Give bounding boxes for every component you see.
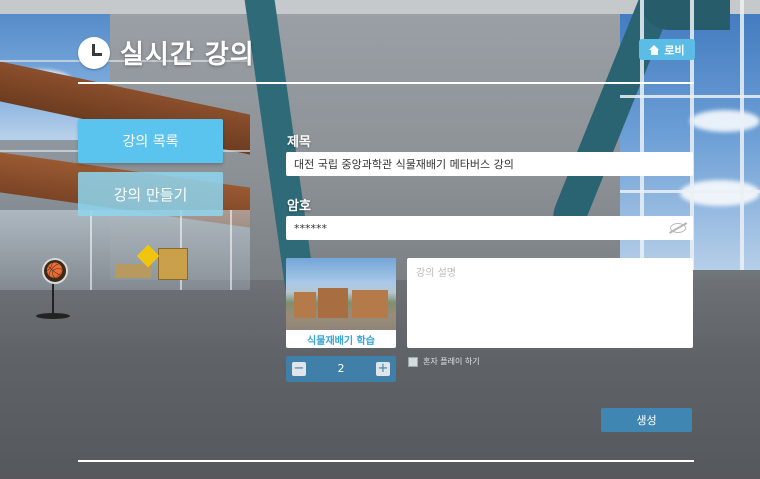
solo-play-label: 혼자 플레이 하기: [423, 357, 480, 366]
description-placeholder: 강의 설명: [416, 268, 456, 279]
solo-play-checkbox[interactable]: [408, 356, 418, 367]
decrement-button[interactable]: −: [292, 362, 306, 376]
glass-wall: [0, 210, 250, 290]
thumbnail-image: [286, 258, 396, 330]
basketball-icon[interactable]: 🏀: [42, 258, 68, 284]
clock-icon: [78, 36, 110, 69]
create-button-label: 생성: [636, 414, 657, 427]
footer-divider: [78, 460, 694, 462]
password-field[interactable]: ******: [286, 216, 693, 240]
password-label: 암호: [287, 199, 311, 214]
title-field-value: 대전 국립 중앙과학관 식물재배기 메타버스 강의: [294, 158, 514, 171]
crate: [158, 248, 188, 280]
solo-play-option[interactable]: 혼자 플레이 하기: [408, 356, 480, 367]
thumbnail-caption: 식물재배기 학습: [307, 335, 375, 347]
hoop-base: [36, 313, 70, 319]
title-label: 제목: [287, 135, 311, 150]
sidebar-item-lecture-list[interactable]: 강의 목록: [78, 119, 223, 163]
lecture-thumbnail[interactable]: 식물재배기 학습: [286, 258, 396, 348]
glass-divider: [90, 210, 92, 290]
create-button[interactable]: 생성: [601, 408, 692, 432]
page-title: 실시간 강의: [120, 40, 255, 70]
sidebar-item-label: 강의 목록: [122, 134, 179, 150]
participant-count-stepper: − 2 +: [286, 356, 396, 382]
bench: [115, 264, 151, 278]
count-value: 2: [337, 362, 345, 375]
home-icon: [649, 44, 660, 55]
eye-off-icon[interactable]: [670, 223, 686, 233]
glass-divider: [230, 210, 232, 290]
increment-button[interactable]: +: [376, 362, 390, 376]
sidebar-item-label: 강의 만들기: [113, 185, 188, 204]
lobby-button[interactable]: 로비: [639, 39, 695, 60]
sidebar-item-create-lecture[interactable]: 강의 만들기: [78, 172, 223, 216]
password-field-value: ******: [294, 221, 327, 235]
header-divider: [78, 82, 694, 84]
lobby-button-label: 로비: [664, 43, 685, 57]
description-field[interactable]: 강의 설명: [407, 258, 693, 348]
title-field[interactable]: 대전 국립 중앙과학관 식물재배기 메타버스 강의: [286, 152, 693, 176]
page-header: 실시간 강의: [78, 34, 255, 71]
